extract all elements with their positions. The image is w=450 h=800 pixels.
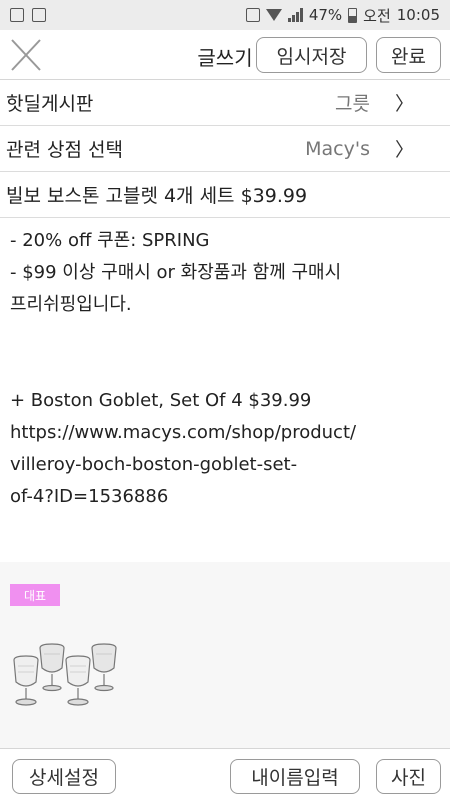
store-label: 관련 상점 선택 (6, 139, 123, 161)
clock: 10:05 (396, 6, 440, 24)
store-selector-row[interactable]: 관련 상점 선택 Macy's 〉 (0, 126, 450, 172)
body-line: + Boston Goblet, Set Of 4 $39.99 (10, 390, 312, 411)
goblet-photo-thumbnail[interactable] (10, 642, 122, 712)
post-body-editor[interactable]: - 20% off 쿠폰: SPRING - $99 이상 구매시 or 화장품… (10, 225, 440, 513)
detail-settings-button[interactable]: 상세설정 (12, 759, 116, 794)
gallery-notification-icon (10, 8, 24, 22)
message-notification-icon (32, 8, 46, 22)
wifi-icon (265, 9, 282, 21)
chevron-right-icon: 〉 (394, 93, 414, 115)
body-line: 프리쉬핑입니다. (10, 294, 132, 315)
battery-percent: 47% (308, 6, 343, 24)
battery-icon (348, 7, 358, 23)
board-selector-row[interactable]: 핫딜게시판 그릇 〉 (0, 80, 450, 126)
body-line: - $99 이상 구매시 or 화장품과 함께 구매시 (10, 262, 342, 283)
board-value: 그릇 (335, 93, 370, 115)
save-draft-button[interactable]: 임시저장 (256, 37, 367, 73)
enter-name-button[interactable]: 내이름입력 (230, 759, 360, 794)
status-right: 47% 오전 10:05 (245, 5, 440, 26)
close-button[interactable] (10, 38, 42, 72)
body-line: https://www.macys.com/shop/product/ (10, 422, 357, 443)
status-left (10, 8, 46, 22)
done-button[interactable]: 완료 (376, 37, 441, 73)
post-title-text: 빌보 보스톤 고블렛 4개 세트 $39.99 (6, 185, 308, 207)
signal-icon (287, 8, 303, 22)
app-header: 글쓰기 임시저장 완료 (0, 30, 450, 80)
close-icon (11, 39, 41, 71)
body-line (10, 321, 440, 353)
representative-badge: 대표 (10, 584, 60, 606)
time-ampm: 오전 (363, 6, 391, 25)
body-line: of-4?ID=1536886 (10, 486, 169, 507)
body-line (10, 353, 440, 385)
post-title-input[interactable]: 빌보 보스톤 고블렛 4개 세트 $39.99 (0, 172, 450, 218)
photo-button[interactable]: 사진 (376, 759, 441, 794)
nfc-icon (245, 8, 260, 22)
board-label: 핫딜게시판 (6, 93, 94, 115)
store-value: Macy's (305, 137, 370, 160)
status-bar: 47% 오전 10:05 (0, 0, 450, 30)
chevron-right-icon: 〉 (394, 139, 414, 161)
body-line: - 20% off 쿠폰: SPRING (10, 230, 210, 251)
body-line: villeroy-boch-boston-goblet-set- (10, 454, 298, 475)
bottom-toolbar: 상세설정 내이름입력 사진 (0, 748, 450, 800)
